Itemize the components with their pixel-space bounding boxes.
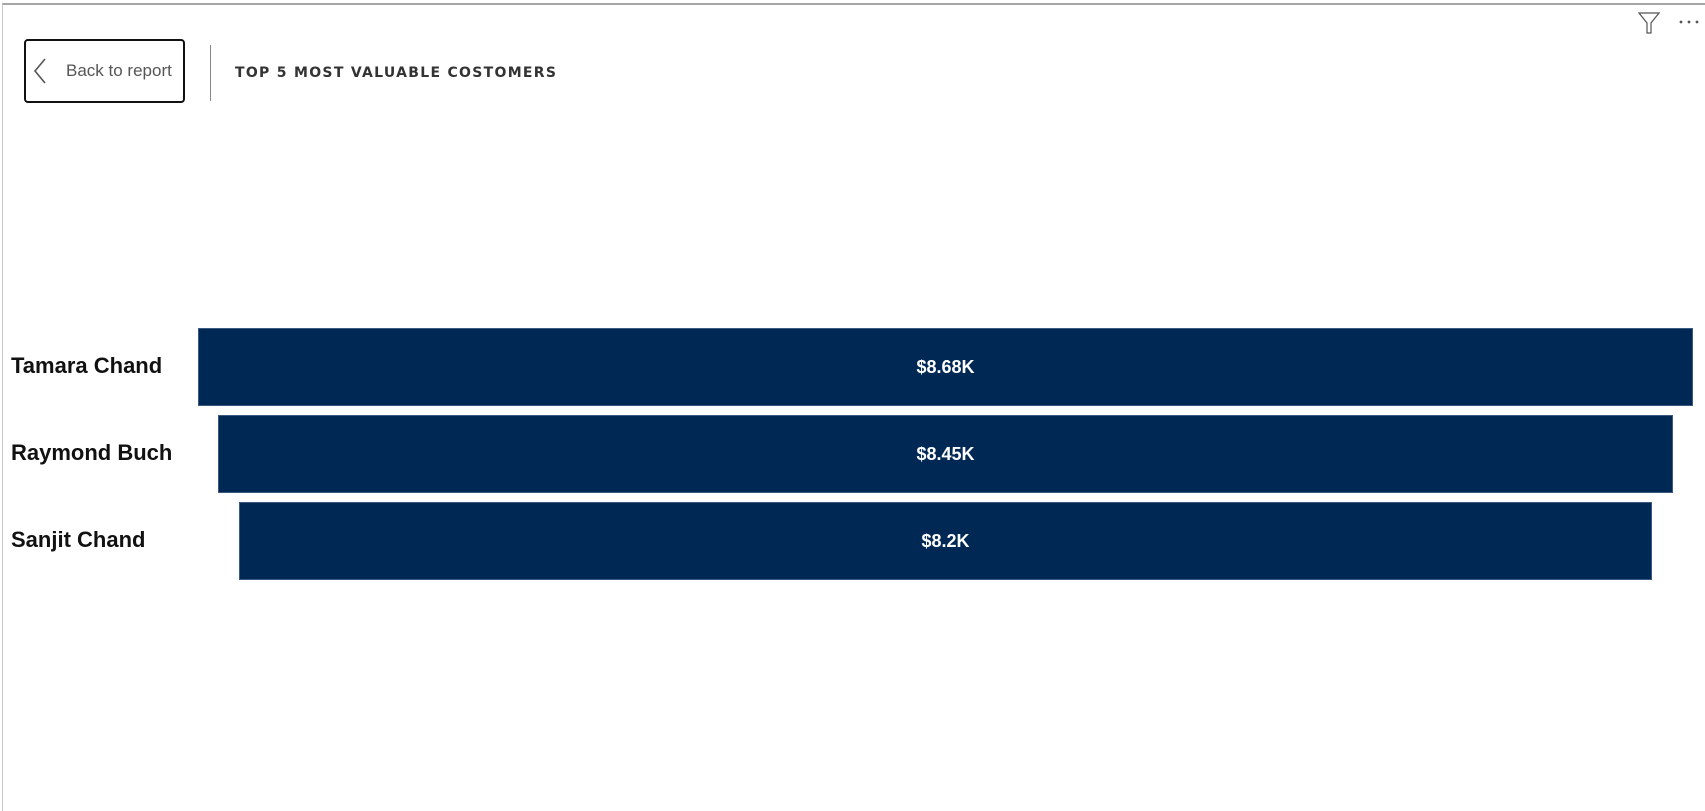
funnel-icon[interactable] (1638, 11, 1660, 35)
visual-frame (2, 3, 1705, 811)
header-divider (210, 45, 211, 101)
data-label: $8.68K (916, 356, 975, 377)
back-label: Back to report (66, 61, 172, 80)
more-options-icon[interactable] (1678, 18, 1702, 26)
funnel-bar[interactable]: $8.68K (198, 328, 1693, 406)
page-title: TOP 5 MOST VALUABLE COSTOMERS (235, 65, 558, 81)
category-label: Sanjit Chand (11, 527, 146, 552)
data-label: $8.45K (916, 443, 975, 464)
funnel-bar[interactable]: $8.2K (239, 502, 1652, 580)
back-to-report-button[interactable]: Back to report (24, 39, 185, 103)
funnel-bar[interactable]: $8.45K (217, 415, 1674, 493)
category-label: Tamara Chand (11, 353, 163, 378)
category-label: Raymond Buch (11, 440, 173, 465)
data-label: $8.2K (921, 530, 970, 551)
chevron-left-icon (33, 58, 46, 84)
